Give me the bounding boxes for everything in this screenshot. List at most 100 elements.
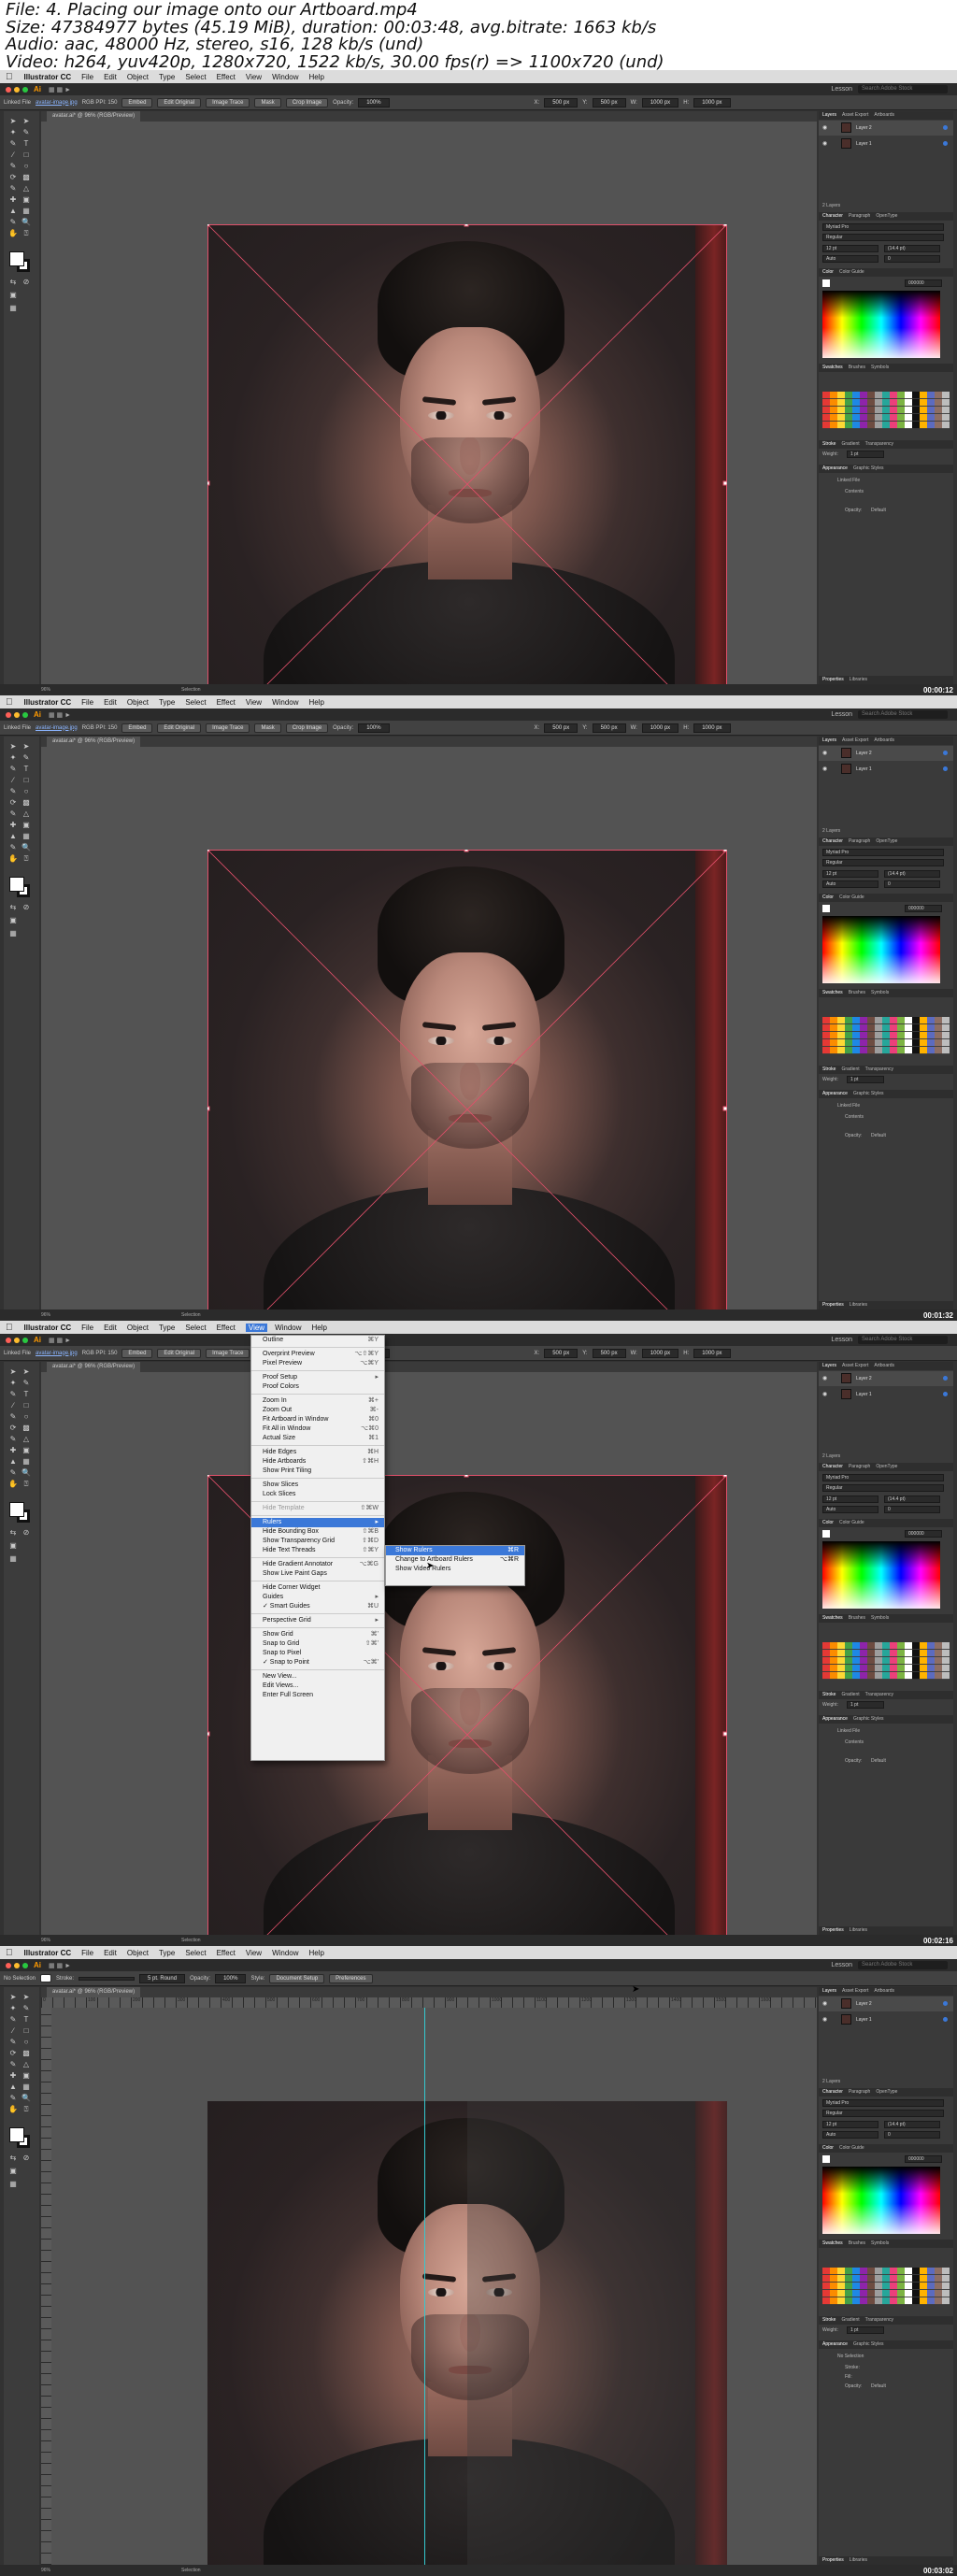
perspective-grid-icon[interactable]: ✚ — [7, 195, 19, 205]
crop-image-button[interactable]: Crop Image — [285, 97, 329, 107]
paintbrush-icon[interactable]: ✎ — [7, 162, 19, 171]
eyedropper-icon[interactable]: ▦ — [21, 832, 32, 841]
minimize-window-icon[interactable] — [14, 711, 20, 718]
menu-item-snap-to-point[interactable]: ✓ Snap to Point ⌥⌘' — [251, 1658, 384, 1667]
tab-color[interactable]: Color — [822, 269, 834, 275]
gradient-tool-icon[interactable]: ▲ — [7, 1457, 19, 1467]
horizontal-ruler[interactable]: 0 100 200 300 400 500 600 700 800 900 1000 1100 1200… — [41, 1997, 817, 2008]
tab-color[interactable]: Color — [822, 894, 834, 900]
zoom-window-icon[interactable] — [22, 1962, 28, 1968]
menu-app[interactable]: Illustrator CC — [24, 1324, 72, 1332]
screen-mode-icon[interactable]: ▦ — [7, 1554, 19, 1564]
tab-character[interactable]: Character — [822, 1464, 843, 1469]
zoom-window-icon[interactable] — [22, 86, 28, 93]
magic-wand-icon[interactable]: ✦ — [7, 128, 19, 137]
tab-opentype[interactable]: OpenType — [876, 213, 897, 219]
fill-swatch[interactable] — [822, 279, 830, 287]
tab-opentype[interactable]: OpenType — [876, 1464, 897, 1469]
hand-tool-icon[interactable]: ✋ — [7, 854, 19, 864]
embed-button[interactable]: Embed — [121, 723, 153, 733]
blob-brush-icon[interactable]: ○ — [21, 1412, 32, 1422]
menu-app[interactable]: Illustrator CC — [24, 73, 72, 81]
tab-symbols[interactable]: Symbols — [871, 2240, 889, 2246]
zoom-level[interactable]: 96% — [41, 1938, 50, 1943]
tab-artboards[interactable]: Artboards — [874, 737, 894, 743]
tracking-field[interactable]: 0 — [884, 880, 940, 888]
tab-transparency[interactable]: Transparency — [865, 1692, 893, 1697]
menu-item-lock-slices[interactable]: Lock Slices — [251, 1490, 384, 1499]
menu-item-show-live-paint-gaps[interactable]: Show Live Paint Gaps — [251, 1569, 384, 1579]
zoom-window-icon[interactable] — [22, 711, 28, 718]
layer-name[interactable]: Layer 1 — [856, 2017, 872, 2023]
font-family-select[interactable]: Myriad Pro — [822, 1474, 944, 1481]
menu-help[interactable]: Help — [312, 1324, 327, 1332]
minimize-window-icon[interactable] — [14, 1337, 20, 1343]
tab-swatches[interactable]: Swatches — [822, 2240, 843, 2246]
menu-item-zoom-out[interactable]: Zoom Out ⌘- — [251, 1406, 384, 1415]
paintbrush-icon[interactable]: ✎ — [7, 2038, 19, 2047]
w-field[interactable]: 1000 px — [641, 723, 679, 733]
tab-asset-export[interactable]: Asset Export — [842, 112, 868, 118]
image-trace-button[interactable]: Image Trace — [206, 723, 250, 733]
shape-builder-icon[interactable]: △ — [21, 2060, 32, 2069]
menu-item-hide-edges[interactable]: Hide Edges ⌘H — [251, 1448, 384, 1457]
pen-tool-icon[interactable]: ✎ — [21, 128, 32, 137]
rotate-tool-icon[interactable]: ⟳ — [7, 173, 19, 182]
document-tab[interactable]: avatar.ai* @ 96% (RGB/Preview) — [47, 737, 141, 747]
tab-opentype[interactable]: OpenType — [876, 2089, 897, 2095]
rotate-tool-icon[interactable]: ⟳ — [7, 1424, 19, 1433]
stroke-weight-field[interactable] — [79, 1976, 136, 1981]
menu-item-snap-to-grid[interactable]: Snap to Grid ⇧⌘' — [251, 1639, 384, 1649]
menu-item-show-transparency-grid[interactable]: Show Transparency Grid ⇧⌘D — [251, 1537, 384, 1546]
zoom-level[interactable]: 96% — [41, 687, 50, 693]
tab-character[interactable]: Character — [822, 2089, 843, 2095]
handle-ml[interactable] — [207, 1106, 210, 1111]
mesh-tool-icon[interactable]: ▣ — [21, 2071, 32, 2081]
leading-field[interactable]: (14.4 pt) — [884, 870, 940, 878]
zoom-tool-icon[interactable]: 🔍 — [21, 843, 32, 852]
menu-file[interactable]: File — [81, 698, 93, 707]
tab-libraries[interactable]: Libraries — [850, 1927, 867, 1933]
tracking-field[interactable]: 0 — [884, 255, 940, 263]
handle-tr[interactable] — [722, 850, 727, 852]
font-size-field[interactable]: 12 pt — [822, 1496, 878, 1503]
layer-name[interactable]: Layer 2 — [856, 2001, 872, 2007]
hand-tool-icon[interactable]: ✋ — [7, 2105, 19, 2114]
menu-edit[interactable]: Edit — [104, 1324, 117, 1332]
tab-layers[interactable]: Layers — [822, 1988, 836, 1994]
tab-gradient[interactable]: Gradient — [841, 441, 859, 447]
selection-tool-icon[interactable]: ➤ — [7, 742, 19, 751]
target-indicator-icon[interactable] — [943, 1392, 948, 1396]
menu-effect[interactable]: Effect — [217, 1949, 236, 1957]
mask-button[interactable]: Mask — [254, 723, 281, 733]
menu-app[interactable]: Illustrator CC — [24, 698, 72, 707]
tab-brushes[interactable]: Brushes — [849, 1615, 865, 1621]
image-trace-button[interactable]: Image Trace — [206, 97, 250, 107]
tab-stroke[interactable]: Stroke — [822, 1066, 836, 1072]
tab-properties[interactable]: Properties — [822, 2557, 844, 2563]
tab-paragraph[interactable]: Paragraph — [849, 838, 870, 844]
tab-artboards[interactable]: Artboards — [874, 1363, 894, 1368]
menu-item-hide-template[interactable]: Hide Template ⇧⌘W — [251, 1504, 384, 1513]
blob-brush-icon[interactable]: ○ — [21, 787, 32, 796]
menu-edit[interactable]: Edit — [104, 1949, 117, 1957]
menu-item-hide-artboards[interactable]: Hide Artboards ⇧⌘H — [251, 1457, 384, 1467]
menu-item-overprint-preview[interactable]: Overprint Preview ⌥⇧⌘Y — [251, 1350, 384, 1359]
direct-selection-tool-icon[interactable]: ➤ — [21, 1367, 32, 1377]
menu-view[interactable]: View — [246, 698, 262, 707]
line-tool-icon[interactable]: ∕ — [7, 1401, 19, 1410]
weight-field[interactable]: 1 pt — [847, 2326, 884, 2334]
screen-mode-icon[interactable]: ▦ — [7, 929, 19, 938]
h-field[interactable]: 1000 px — [693, 723, 731, 733]
tab-appearance[interactable]: Appearance — [822, 1091, 848, 1096]
hand-tool-icon[interactable]: ✋ — [7, 1480, 19, 1489]
hand-tool-icon[interactable]: ✋ — [7, 229, 19, 238]
tab-libraries[interactable]: Libraries — [850, 677, 867, 682]
handle-tr[interactable] — [722, 224, 727, 227]
tab-color-guide[interactable]: Color Guide — [839, 1520, 864, 1525]
artboard-tool-icon[interactable]: ⍰ — [21, 229, 32, 238]
canvas-area[interactable] — [41, 747, 817, 1321]
menu-object[interactable]: Object — [127, 1949, 149, 1957]
tab-character[interactable]: Character — [822, 838, 843, 844]
swap-colors-icon[interactable]: ⇆ — [7, 2154, 19, 2163]
